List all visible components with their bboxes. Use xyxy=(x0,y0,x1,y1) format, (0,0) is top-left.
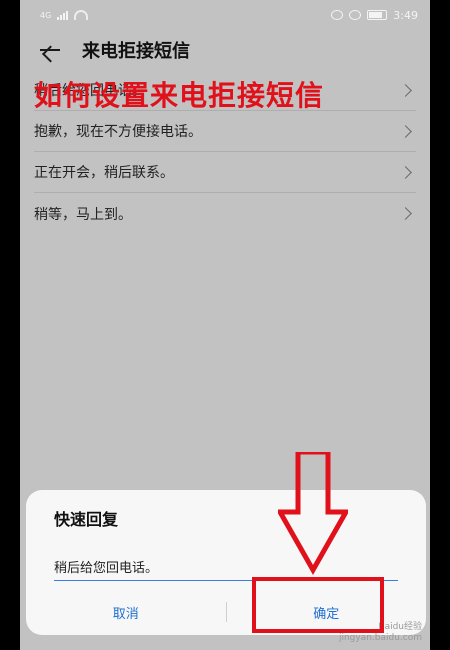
list-item[interactable]: 抱歉，现在不方便接电话。 xyxy=(34,111,416,152)
alarm-icon xyxy=(331,10,344,20)
chevron-right-icon xyxy=(399,83,412,97)
status-left: 4G xyxy=(40,10,89,20)
app-bar: 来电拒接短信 xyxy=(20,30,430,70)
vibrate-icon xyxy=(349,10,362,20)
chevron-right-icon xyxy=(399,124,412,138)
network-type-text: 4G xyxy=(40,10,52,20)
list-item-label: 稍等，马上到。 xyxy=(34,206,132,223)
down-arrow-annotation-icon xyxy=(278,452,348,576)
tutorial-caption: 如何设置来电拒接短信 xyxy=(34,79,325,112)
signal-icon xyxy=(57,10,69,20)
phone-screen: 4G 3:49 来电拒接短信 稍后给您回电话。 抱歉，现在不方便接电话。 正在开… xyxy=(20,0,430,650)
watermark-url: jingyan.baidu.com xyxy=(338,633,422,643)
list-item[interactable]: 正在开会，稍后联系。 xyxy=(34,152,416,193)
quick-reply-dialog: 快速回复 稍后给您回电话。 取消 确定 xyxy=(26,490,426,635)
confirm-button[interactable]: 确定 xyxy=(227,603,427,622)
watermark-brand: Baidu经验 xyxy=(378,622,422,632)
page-title: 来电拒接短信 xyxy=(82,41,190,62)
chevron-right-icon xyxy=(399,165,412,179)
battery-icon xyxy=(367,10,388,20)
wifi-icon xyxy=(74,10,89,20)
status-time: 3:49 xyxy=(393,8,418,22)
list-item[interactable]: 稍等，马上到。 xyxy=(34,193,416,234)
list-item-label: 正在开会，稍后联系。 xyxy=(34,165,174,181)
cancel-button[interactable]: 取消 xyxy=(26,603,226,622)
status-bar: 4G 3:49 xyxy=(20,0,430,30)
chevron-right-icon xyxy=(399,207,412,220)
watermark: Baidu经验 jingyan.baidu.com xyxy=(339,622,422,644)
status-right: 3:49 xyxy=(331,9,418,22)
list-item-label: 抱歉，现在不方便接电话。 xyxy=(34,124,202,140)
back-arrow-icon[interactable] xyxy=(36,36,64,64)
dialog-title: 快速回复 xyxy=(54,510,119,529)
